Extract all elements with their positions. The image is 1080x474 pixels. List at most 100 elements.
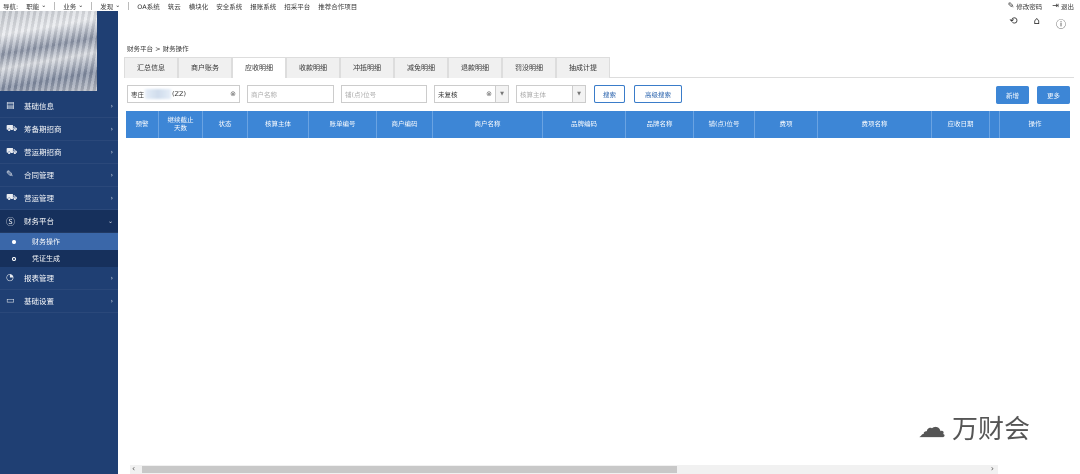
column-header[interactable]: 品牌名称 bbox=[626, 111, 694, 138]
chevron-right-icon: › bbox=[110, 125, 113, 133]
chevron-right-icon: › bbox=[110, 297, 113, 305]
horizontal-scrollbar[interactable]: ‹ › bbox=[130, 464, 998, 474]
nav-menu-发现[interactable]: 发现 ⌄ bbox=[100, 1, 120, 11]
nav-menu-业务[interactable]: 业务 ⌄ bbox=[63, 1, 83, 11]
column-header[interactable]: 账单编号 bbox=[309, 111, 377, 138]
column-header[interactable]: 操作 bbox=[1000, 111, 1070, 138]
scroll-left-icon[interactable]: ‹ bbox=[132, 464, 135, 473]
nav-link-module[interactable]: 横块化 bbox=[189, 1, 209, 11]
accounting-entity-select[interactable]: 核算主体 ▼ bbox=[516, 85, 586, 103]
contract-icon: ✎ bbox=[6, 170, 14, 180]
nav-link-procurement[interactable]: 招采平台 bbox=[284, 1, 310, 11]
doc-icon: ▤ bbox=[6, 101, 15, 111]
divider bbox=[54, 1, 56, 10]
chevron-down-icon: ⌄ bbox=[107, 217, 113, 225]
top-right-links: ✎ 修改密码 ⇥ 退出 bbox=[998, 0, 1074, 11]
folder-icon: ▭ bbox=[6, 296, 15, 306]
sidebar-item-settings[interactable]: ▭ 基础设置 › bbox=[0, 290, 118, 313]
add-button[interactable]: 新增 bbox=[996, 86, 1029, 104]
column-header[interactable]: 继续截止 天数 bbox=[159, 111, 203, 138]
scrollbar-thumb[interactable] bbox=[142, 466, 677, 473]
divider bbox=[91, 1, 93, 10]
column-header[interactable]: 预警 bbox=[126, 111, 159, 138]
sidebar: ▤ 基础信息 › ⛟ 筹备期招商 › ⛟ 营运期招商 › ✎ 合同管理 › ⛟ 营运管理 › Ⓢ 财务… bbox=[0, 11, 118, 474]
help-icon[interactable]: ⓘ bbox=[1056, 16, 1066, 31]
chevron-right-icon: › bbox=[110, 148, 113, 156]
nav-link-zhuyun[interactable]: 筑云 bbox=[168, 1, 181, 11]
history-icon[interactable]: ⟲ bbox=[1009, 16, 1017, 31]
shop-placeholder: 铺(点)位号 bbox=[345, 91, 377, 99]
nav-label: 导航: bbox=[3, 2, 19, 11]
search-button[interactable]: 搜索 bbox=[594, 85, 625, 103]
column-header[interactable]: 费项 bbox=[755, 111, 818, 138]
column-header[interactable]: 品牌编码 bbox=[543, 111, 626, 138]
sidebar-item-ops-mgmt[interactable]: ⛟ 营运管理 › bbox=[0, 187, 118, 210]
tab-offsets[interactable]: 冲抵明细 bbox=[340, 57, 394, 78]
column-header[interactable]: 核算主体 bbox=[248, 111, 309, 138]
bullet-icon bbox=[12, 256, 16, 261]
tab-commission[interactable]: 抽成计提 bbox=[556, 57, 610, 78]
nav-link-expense[interactable]: 报账系统 bbox=[250, 1, 276, 11]
sidebar-menu: ▤ 基础信息 › ⛟ 筹备期招商 › ⛟ 营运期招商 › ✎ 合同管理 › ⛟ 营运管理 › Ⓢ 财务… bbox=[0, 95, 118, 313]
sidebar-item-ops-leasing[interactable]: ⛟ 营运期招商 › bbox=[0, 141, 118, 164]
column-header[interactable]: 商户编码 bbox=[377, 111, 433, 138]
clear-icon[interactable]: ⊗ bbox=[230, 90, 236, 98]
filter-bar: 枣庄 (ZZ) ⊗ 商户名称 铺(点)位号 未复核 ⊗ ▼ 核算主体 ▼ 搜索 高… bbox=[127, 85, 1073, 104]
sidebar-item-basic-info[interactable]: ▤ 基础信息 › bbox=[0, 95, 118, 118]
sidebar-item-finance[interactable]: Ⓢ 财务平台 ⌄ bbox=[0, 210, 118, 233]
sidebar-subitem-finance-ops[interactable]: 财务操作 bbox=[0, 233, 118, 250]
chevron-down-icon: ⌄ bbox=[41, 2, 47, 9]
top-nav-bar: 导航: 职能 ⌄ 业务 ⌄ 发现 ⌄ OA系统 筑云 横块化 安全系统 报账系统 招采… bbox=[0, 0, 1080, 11]
nav-link-security[interactable]: 安全系统 bbox=[216, 1, 242, 11]
merchant-placeholder: 商户名称 bbox=[251, 91, 277, 99]
dropdown-arrow-icon[interactable]: ▼ bbox=[572, 86, 585, 102]
cart-icon: ⛟ bbox=[6, 123, 18, 134]
sidebar-item-contracts[interactable]: ✎ 合同管理 › bbox=[0, 164, 118, 187]
chevron-down-icon: ⌄ bbox=[115, 2, 121, 9]
nav-menu-职能[interactable]: 职能 ⌄ bbox=[26, 1, 46, 11]
pie-icon: ◔ bbox=[6, 273, 14, 283]
chevron-down-icon: ⌄ bbox=[78, 2, 84, 9]
wechat-icon: ☁ bbox=[918, 411, 946, 444]
nav-link-oa[interactable]: OA系统 bbox=[137, 1, 159, 11]
logout-icon: ⇥ bbox=[1052, 1, 1059, 10]
chevron-right-icon: › bbox=[110, 171, 113, 179]
column-header[interactable]: 费项名称 bbox=[818, 111, 932, 138]
merchant-name-input[interactable]: 商户名称 bbox=[247, 85, 334, 103]
project-value-suffix: (ZZ) bbox=[172, 90, 186, 98]
more-button[interactable]: 更多 bbox=[1037, 86, 1070, 104]
sidebar-subitem-voucher[interactable]: 凭证生成 bbox=[0, 250, 118, 267]
review-status-select[interactable]: 未复核 ⊗ ▼ bbox=[434, 85, 509, 103]
project-select[interactable]: 枣庄 (ZZ) ⊗ bbox=[127, 85, 240, 103]
chevron-right-icon: › bbox=[110, 102, 113, 110]
dropdown-arrow-icon[interactable]: ▼ bbox=[495, 86, 508, 102]
tab-reductions[interactable]: 减免明细 bbox=[394, 57, 448, 78]
money-icon: Ⓢ bbox=[6, 217, 16, 228]
status-value: 未复核 bbox=[438, 91, 458, 99]
column-header[interactable]: 商户名称 bbox=[433, 111, 543, 138]
watermark: ☁ 万财会 bbox=[918, 409, 1030, 446]
column-header[interactable]: 状态 bbox=[203, 111, 248, 138]
tab-penalties[interactable]: 罚没明细 bbox=[502, 57, 556, 78]
tab-receivables[interactable]: 应收明细 bbox=[232, 57, 286, 78]
logout-link[interactable]: ⇥ 退出 bbox=[1052, 1, 1074, 11]
sidebar-item-reports[interactable]: ◔ 报表管理 › bbox=[0, 267, 118, 290]
tab-summary[interactable]: 汇总信息 bbox=[124, 57, 178, 78]
change-password-link[interactable]: ✎ 修改密码 bbox=[1008, 1, 1043, 11]
chevron-right-icon: › bbox=[110, 194, 113, 202]
column-header[interactable]: 应收日期 bbox=[932, 111, 990, 138]
nav-link-projects[interactable]: 推荐合作项目 bbox=[318, 1, 357, 11]
scroll-right-icon[interactable]: › bbox=[991, 464, 994, 473]
sidebar-item-prep-leasing[interactable]: ⛟ 筹备期招商 › bbox=[0, 118, 118, 141]
column-header[interactable]: 铺(点)位号 bbox=[694, 111, 755, 138]
shop-number-input[interactable]: 铺(点)位号 bbox=[341, 85, 427, 103]
tab-merchant-accounts[interactable]: 商户账务 bbox=[178, 57, 232, 78]
tab-refunds[interactable]: 退款明细 bbox=[448, 57, 502, 78]
home-icon[interactable]: ⌂ bbox=[1034, 16, 1040, 31]
divider bbox=[128, 1, 130, 10]
advanced-search-button[interactable]: 高级搜索 bbox=[634, 85, 682, 103]
cart-icon: ⛟ bbox=[6, 146, 18, 157]
clear-icon[interactable]: ⊗ bbox=[486, 90, 492, 98]
breadcrumb: 财务平台 > 财务操作 bbox=[127, 45, 189, 53]
tab-collections[interactable]: 收款明细 bbox=[286, 57, 340, 78]
